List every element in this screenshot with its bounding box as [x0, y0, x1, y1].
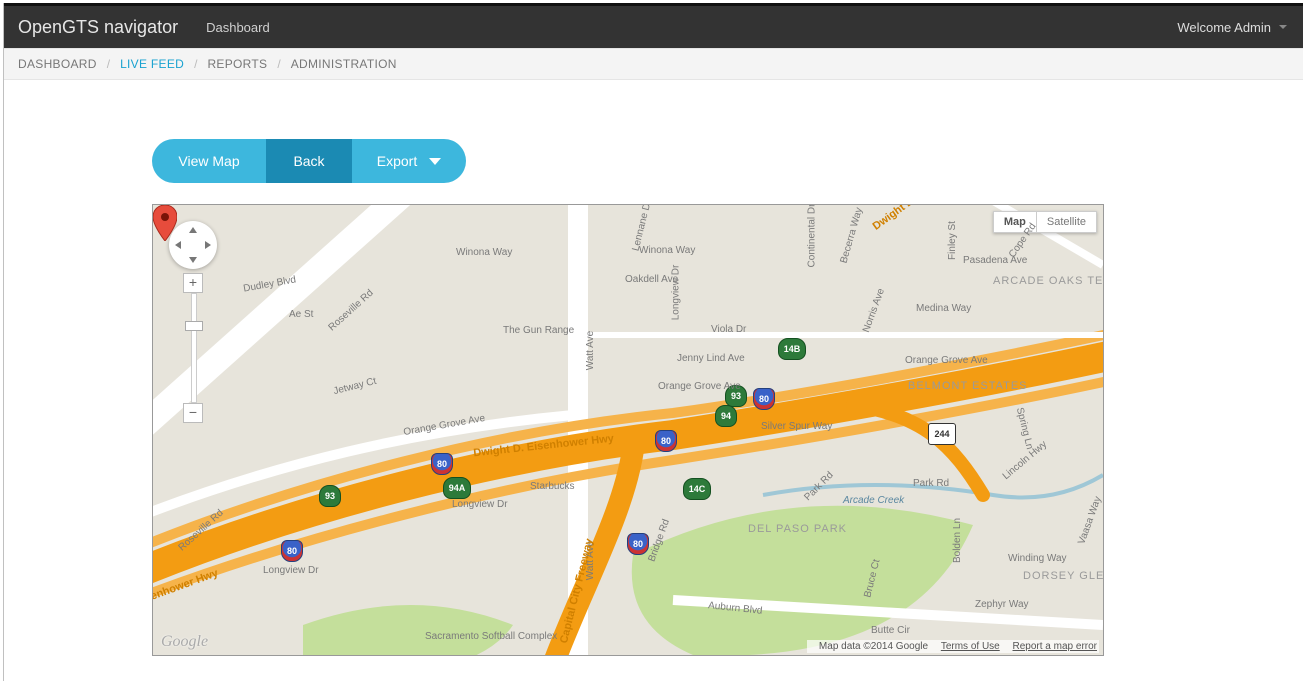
attrib-report-link[interactable]: Report a map error: [1013, 641, 1097, 652]
crumb-dashboard[interactable]: DASHBOARD: [18, 57, 97, 71]
view-map-button[interactable]: View Map: [152, 139, 266, 183]
crumb-reports[interactable]: REPORTS: [207, 57, 267, 71]
left-rule: [3, 3, 4, 681]
pan-up-icon: [189, 227, 197, 233]
triangle-down-icon: [429, 158, 441, 165]
top-bar: OpenGTS navigator Dashboard Welcome Admi…: [4, 3, 1303, 48]
breadcrumb: DASHBOARD / LIVE FEED / REPORTS / ADMINI…: [4, 48, 1303, 80]
map-canvas[interactable]: + − Map Satellite 80 80 80 80 80 93 93 9…: [152, 204, 1104, 656]
chevron-down-icon: [1279, 25, 1287, 29]
map-type-switch: Map Satellite: [993, 211, 1097, 233]
map-type-map[interactable]: Map: [993, 211, 1037, 233]
crumb-administration[interactable]: ADMINISTRATION: [291, 57, 397, 71]
crumb-sep: /: [107, 57, 110, 71]
zoom-track[interactable]: [191, 293, 197, 403]
zoom-control[interactable]: + −: [189, 283, 197, 413]
zoom-handle[interactable]: [185, 321, 203, 331]
map-svg: [153, 205, 1103, 655]
attrib-terms-link[interactable]: Terms of Use: [941, 641, 1000, 652]
back-button[interactable]: Back: [266, 139, 352, 183]
pan-right-icon: [205, 241, 211, 249]
attrib-data: Map data ©2014 Google: [819, 641, 928, 652]
export-label: Export: [377, 153, 417, 169]
pan-down-icon: [189, 257, 197, 263]
nav-dashboard[interactable]: Dashboard: [206, 20, 270, 35]
crumb-sep: /: [277, 57, 280, 71]
brand: OpenGTS navigator: [18, 17, 178, 38]
crumb-live-feed[interactable]: LIVE FEED: [120, 57, 184, 71]
pan-left-icon: [175, 241, 181, 249]
export-button[interactable]: Export: [352, 139, 466, 183]
action-bar: View Map Back Export: [152, 139, 466, 183]
crumb-sep: /: [194, 57, 197, 71]
map-marker-icon[interactable]: [153, 205, 177, 241]
zoom-out-button[interactable]: −: [183, 403, 203, 423]
zoom-in-button[interactable]: +: [183, 273, 203, 293]
user-menu[interactable]: Welcome Admin: [1177, 20, 1287, 35]
map-attribution: Map data ©2014 Google Terms of Use Repor…: [807, 640, 1099, 653]
welcome-label: Welcome Admin: [1177, 20, 1271, 35]
map-type-satellite[interactable]: Satellite: [1037, 211, 1097, 233]
